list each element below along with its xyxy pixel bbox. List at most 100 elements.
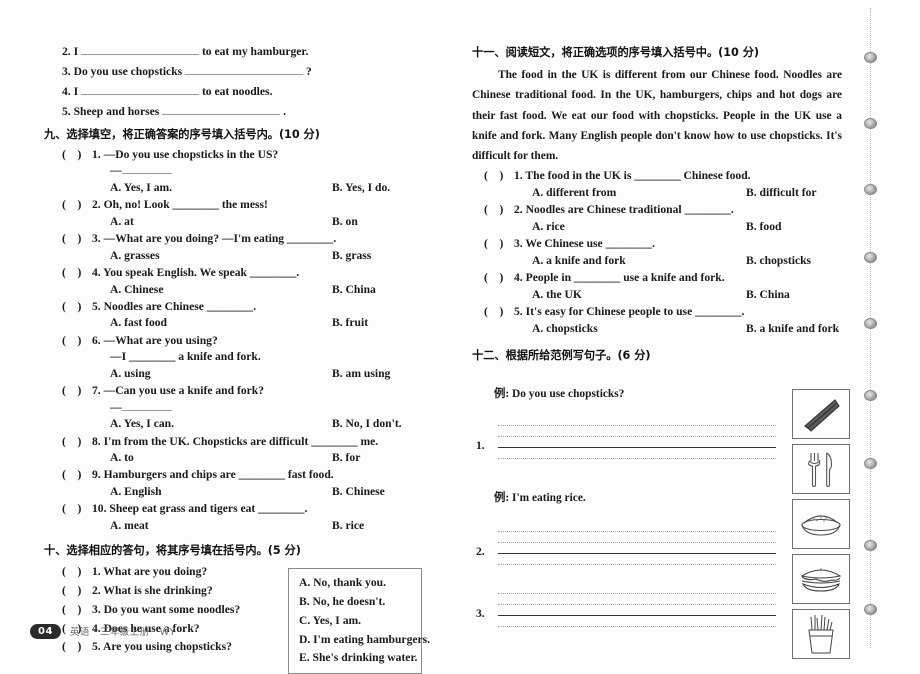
question-item: ( ) 3. We Chinese use ________. A. a knif… (472, 236, 854, 269)
option-a[interactable]: A. a knife and fork (532, 254, 626, 267)
answer-parenthesis[interactable]: ( ) (62, 501, 92, 517)
picture-box-fork-and-knife (792, 444, 850, 495)
option-a[interactable]: A. Chinese (110, 283, 163, 296)
option-b[interactable]: B. grass (332, 248, 371, 264)
answer-parenthesis[interactable]: ( ) (62, 467, 92, 483)
answer-parenthesis[interactable]: ( ) (62, 231, 92, 247)
question-item: ( ) 10. Sheep eat grass and tigers eat __… (44, 501, 444, 534)
option-b[interactable]: B. for (332, 450, 360, 466)
question-number: 6. (92, 333, 101, 347)
answer-parenthesis[interactable]: ( ) (484, 202, 514, 218)
question-stem: ( ) 3. We Chinese use ________. (484, 236, 854, 252)
option-b[interactable]: B. China (746, 287, 790, 303)
question-stem-continued: — (62, 400, 444, 416)
question-item: ( ) 4. People in ________ use a knife and… (472, 270, 854, 303)
matching-answer-option[interactable]: E. She's drinking water. (299, 649, 417, 668)
question-text: Hamburgers and chips are ________ fast f… (103, 468, 334, 482)
option-b[interactable]: B. a knife and fork (746, 321, 839, 337)
prompt-number: 3. (92, 602, 101, 616)
option-a[interactable]: A. chopsticks (532, 322, 598, 335)
ruled-lines[interactable] (498, 531, 776, 566)
ruled-lines[interactable] (498, 593, 776, 628)
option-b[interactable]: B. rice (332, 518, 364, 534)
matching-prompts: ( ) 1. What are you doing? ( ) 2. What is … (44, 563, 284, 657)
prompt-text: Do you want some noodles? (103, 602, 241, 616)
option-a[interactable]: A. the UK (532, 288, 582, 301)
option-a[interactable]: A. using (110, 367, 151, 380)
writing-exercise: 例: Do you use chopsticks? 1. 例: I'm eati… (472, 385, 850, 660)
fill-in-text-after: to eat noodles. (201, 85, 273, 99)
answer-parenthesis[interactable]: ( ) (62, 265, 92, 281)
answer-number: 1. (476, 439, 485, 453)
option-a[interactable]: A. Yes, I am. (110, 181, 172, 194)
option-b[interactable]: B. am using (332, 366, 390, 382)
answer-parenthesis[interactable]: ( ) (484, 168, 514, 184)
option-b[interactable]: B. difficult for (746, 185, 817, 201)
answer-parenthesis[interactable]: ( ) (62, 601, 92, 620)
answer-parenthesis[interactable]: ( ) (62, 333, 92, 349)
option-b[interactable]: B. No, I don't. (332, 416, 402, 432)
answer-blank[interactable] (121, 163, 172, 175)
answer-parenthesis[interactable]: ( ) (62, 582, 92, 601)
question-text: Noodles are Chinese ________. (103, 299, 257, 313)
answer-parenthesis[interactable]: ( ) (484, 304, 514, 320)
option-a[interactable]: A. English (110, 485, 162, 498)
option-a[interactable]: A. different from (532, 186, 616, 199)
answer-blank[interactable] (81, 84, 200, 96)
option-a[interactable]: A. rice (532, 220, 565, 233)
question-options: A. grasses B. grass (62, 248, 444, 264)
reading-passage: The food in the UK is different from our… (472, 69, 842, 163)
question-number: 3. (514, 237, 523, 251)
answer-blank[interactable] (185, 64, 304, 76)
option-a[interactable]: A. Yes, I can. (110, 417, 174, 430)
option-b[interactable]: B. China (332, 282, 376, 298)
picture-box-french-fries (792, 609, 850, 660)
fill-in-text-before: I (73, 85, 79, 99)
option-a[interactable]: A. meat (110, 519, 149, 532)
question-number: 5. (514, 305, 523, 319)
question-options: A. the UK B. China (484, 287, 854, 303)
question-item: ( ) 2. Oh, no! Look ________ the mess! A.… (44, 197, 444, 230)
answer-parenthesis[interactable]: ( ) (62, 147, 92, 163)
answer-parenthesis[interactable]: ( ) (62, 383, 92, 399)
answer-line-row: 3. (472, 593, 776, 633)
binding-ring (864, 252, 877, 263)
option-b[interactable]: B. food (746, 219, 781, 235)
question-text: Sheep eat grass and tigers eat ________. (109, 502, 308, 516)
option-a[interactable]: A. to (110, 451, 134, 464)
answer-parenthesis[interactable]: ( ) (62, 638, 92, 657)
ruled-lines[interactable] (498, 425, 776, 460)
question-text: The food in the UK is ________ Chinese f… (525, 169, 751, 183)
matching-answer-option[interactable]: B. No, he doesn't. (299, 593, 413, 612)
fill-in-item: 3. Do you use chopsticks ? (44, 64, 444, 78)
option-a[interactable]: A. fast food (110, 316, 167, 329)
question-number: 9. (92, 468, 101, 482)
answer-blank[interactable] (121, 400, 172, 411)
answer-blank[interactable] (81, 44, 200, 55)
answer-parenthesis[interactable]: ( ) (62, 197, 92, 213)
picture-box-hamburger (792, 554, 850, 605)
question-item: ( ) 6. —What are you using? —I ________ a… (44, 333, 444, 382)
question-text: —What are you using? (103, 333, 218, 347)
answer-line-row: 1. (472, 425, 776, 465)
matching-answer-option[interactable]: D. I'm eating hamburgers. (299, 631, 430, 650)
question-number: 1. (514, 169, 523, 183)
option-a[interactable]: A. grasses (110, 249, 160, 262)
answer-blank[interactable] (162, 104, 281, 116)
option-b[interactable]: B. on (332, 214, 358, 230)
option-b[interactable]: B. Yes, I do. (332, 180, 390, 196)
question-stem: ( ) 2. Noodles are Chinese traditional __… (484, 202, 854, 218)
option-b[interactable]: B. fruit (332, 315, 368, 331)
answer-parenthesis[interactable]: ( ) (484, 270, 514, 286)
answer-parenthesis[interactable]: ( ) (62, 563, 92, 582)
option-b[interactable]: B. Chinese (332, 484, 385, 500)
answer-parenthesis[interactable]: ( ) (62, 434, 92, 450)
answer-parenthesis[interactable]: ( ) (62, 299, 92, 315)
option-a[interactable]: A. at (110, 215, 134, 228)
footer-label: 英语 · 三年级上册 · WY (69, 627, 176, 639)
matching-answer-option[interactable]: C. Yes, I am. (299, 612, 413, 631)
answer-parenthesis[interactable]: ( ) (484, 236, 514, 252)
question-number: 5. (92, 299, 101, 313)
option-b[interactable]: B. chopsticks (746, 253, 811, 269)
matching-answer-option[interactable]: A. No, thank you. (299, 574, 413, 593)
